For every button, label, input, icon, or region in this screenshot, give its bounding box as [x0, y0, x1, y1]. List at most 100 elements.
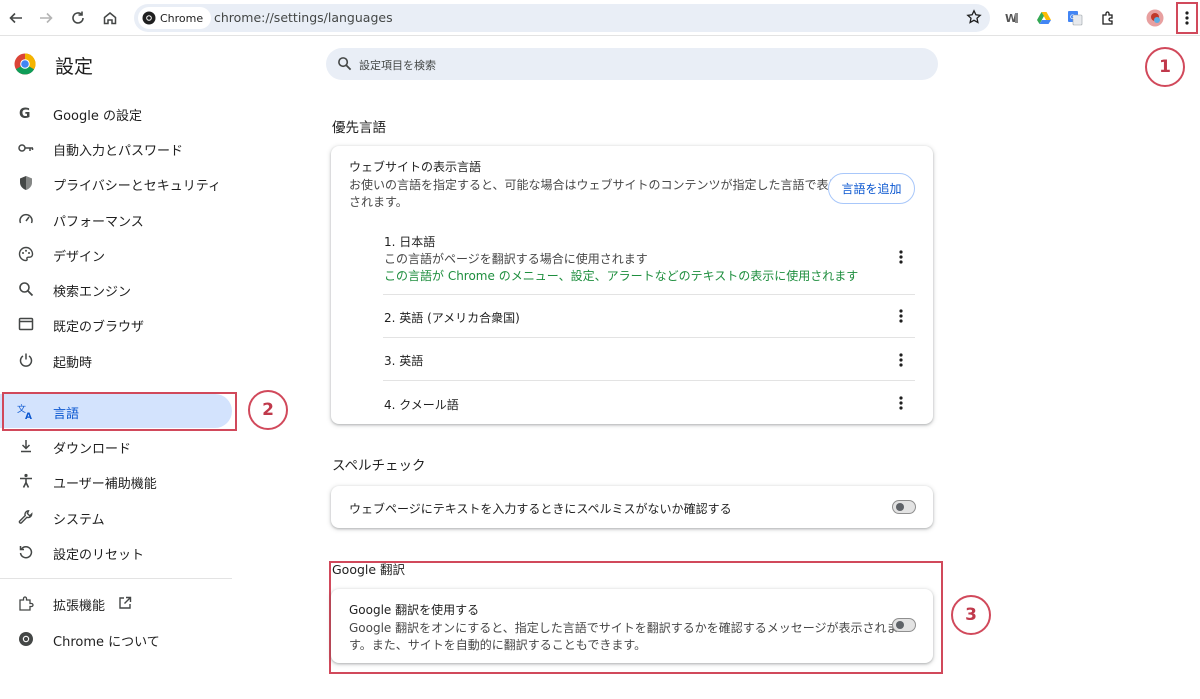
- home-icon: [103, 12, 117, 25]
- back-arrow-icon: [9, 12, 22, 24]
- vertical-dots-icon: [1185, 11, 1189, 25]
- profile-button[interactable]: [1143, 6, 1167, 30]
- vertical-dots-icon: [899, 353, 903, 367]
- search-icon: [17, 280, 35, 298]
- bookmark-star-icon[interactable]: [966, 9, 982, 25]
- settings-search-field[interactable]: 設定項目を検索: [326, 48, 938, 80]
- sidebar-item-label: デザイン: [53, 250, 106, 265]
- language-name: 1. 日本語: [384, 235, 436, 249]
- chrome-logo-icon: [142, 11, 156, 25]
- vertical-dots-icon: [899, 396, 903, 410]
- row-divider: [383, 380, 915, 381]
- add-language-button[interactable]: 言語を追加: [828, 173, 915, 204]
- language-more-button[interactable]: [893, 248, 909, 266]
- sidebar-divider: [0, 578, 232, 579]
- back-button[interactable]: [4, 6, 28, 30]
- sidebar-item-autofill[interactable]: 自動入力とパスワード: [0, 131, 232, 165]
- key-icon: [17, 139, 35, 157]
- google-g-icon: G: [17, 104, 35, 122]
- site-chip-label: Chrome: [160, 11, 204, 25]
- sidebar-item-default-browser[interactable]: 既定のブラウザ: [0, 307, 232, 341]
- svg-text:G: G: [1070, 14, 1075, 21]
- sidebar-item-search-engine[interactable]: 検索エンジン: [0, 272, 232, 306]
- avatar-icon: [1146, 9, 1164, 27]
- language-name: 2. 英語 (アメリカ合衆国): [384, 311, 520, 325]
- google-translate-icon: G: [1068, 11, 1083, 26]
- sidebar-item-label: 既定のブラウザ: [53, 320, 145, 335]
- extension-w-button[interactable]: W: [1000, 6, 1024, 30]
- sidebar-item-label: 自動入力とパスワード: [53, 144, 184, 159]
- puzzle-piece-icon: [17, 594, 35, 612]
- power-icon: [17, 351, 35, 369]
- settings-page-title: 設定: [55, 56, 94, 78]
- reload-button[interactable]: [66, 6, 90, 30]
- search-icon: [338, 57, 352, 71]
- forward-button[interactable]: [34, 6, 58, 30]
- puzzle-piece-icon: [1102, 11, 1113, 25]
- accessibility-icon: [17, 472, 35, 490]
- extensions-menu-button[interactable]: [1096, 6, 1120, 30]
- chrome-menu-button[interactable]: [1176, 2, 1198, 34]
- forward-arrow-icon: [40, 12, 53, 24]
- language-note: この言語がページを翻訳する場合に使用されます: [384, 252, 648, 266]
- card-description-cont: されます。: [349, 195, 408, 209]
- sidebar-item-privacy[interactable]: プライバシーとセキュリティ: [0, 166, 232, 200]
- sidebar-item-downloads[interactable]: ダウンロード: [0, 429, 232, 463]
- extension-translate-button[interactable]: G: [1063, 6, 1087, 30]
- google-translate-toggle[interactable]: [892, 618, 916, 632]
- google-drive-icon: [1037, 12, 1051, 24]
- preferred-languages-card: ウェブサイトの表示言語 お使いの言語を指定すると、可能な場合はウェブサイトのコン…: [331, 146, 933, 424]
- reload-icon: [72, 11, 84, 24]
- sidebar-item-system[interactable]: システム: [0, 500, 232, 534]
- google-translate-description: Google 翻訳をオンにすると、指定した言語でサイトを翻訳するかを確認するメッ…: [349, 621, 899, 635]
- sidebar-item-about-chrome[interactable]: Chrome について: [0, 622, 232, 656]
- card-description: お使いの言語を指定すると、可能な場合はウェブサイトのコンテンツが指定した言語で表…: [349, 178, 841, 192]
- language-more-button[interactable]: [893, 351, 909, 369]
- spellcheck-toggle[interactable]: [892, 500, 916, 514]
- language-more-button[interactable]: [893, 307, 909, 325]
- language-name: 3. 英語: [384, 354, 424, 368]
- row-divider: [383, 294, 915, 295]
- sidebar-item-label: 拡張機能: [53, 599, 106, 614]
- sidebar-item-google[interactable]: G Google の設定: [0, 96, 232, 130]
- site-chip[interactable]: Chrome: [138, 7, 212, 29]
- url-text: chrome://settings/languages: [214, 10, 393, 25]
- language-ui-note: この言語が Chrome のメニュー、設定、アラートなどのテキストの表示に使用さ…: [384, 269, 859, 283]
- annotation-marker-3: 3: [951, 595, 991, 635]
- annotation-marker-2: 2: [248, 390, 288, 430]
- wrench-icon: [17, 508, 35, 526]
- sidebar-item-on-startup[interactable]: 起動時: [0, 343, 232, 377]
- browser-toolbar: Chrome chrome://settings/languages W G: [0, 0, 1200, 36]
- sidebar-item-appearance[interactable]: デザイン: [0, 237, 232, 271]
- sidebar-item-performance[interactable]: パフォーマンス: [0, 202, 232, 236]
- sidebar-item-extensions[interactable]: 拡張機能: [0, 586, 232, 620]
- google-translate-description-cont: す。また、サイトを自動的に翻訳することもできます。: [349, 638, 647, 652]
- home-button[interactable]: [98, 6, 122, 30]
- section-title-spellcheck: スペルチェック: [332, 458, 426, 474]
- google-translate-title: Google 翻訳を使用する: [349, 603, 480, 617]
- language-more-button[interactable]: [893, 394, 909, 412]
- sidebar-item-accessibility[interactable]: ユーザー補助機能: [0, 464, 232, 498]
- reset-icon: [17, 543, 35, 561]
- sidebar-item-label: 設定のリセット: [53, 548, 145, 563]
- sidebar-item-label: ユーザー補助機能: [53, 477, 157, 492]
- palette-icon: [17, 245, 35, 263]
- shield-icon: [17, 174, 35, 192]
- google-translate-card: Google 翻訳を使用する Google 翻訳をオンにすると、指定した言語でサ…: [331, 589, 933, 663]
- section-title-google-translate: Google 翻訳: [332, 562, 406, 577]
- language-name: 4. クメール語: [384, 398, 459, 412]
- download-icon: [17, 437, 35, 455]
- spellcheck-card: ウェブページにテキストを入力するときにスペルミスがないか確認する: [331, 486, 933, 528]
- annotation-marker-1: 1: [1145, 47, 1185, 87]
- browser-window-icon: [17, 315, 35, 333]
- w-extension-icon: W: [1005, 12, 1018, 25]
- row-divider: [383, 337, 915, 338]
- address-bar[interactable]: Chrome chrome://settings/languages: [134, 4, 990, 32]
- sidebar-item-label: Chrome について: [53, 635, 160, 650]
- sidebar-item-reset[interactable]: 設定のリセット: [0, 535, 232, 569]
- svg-text:G: G: [19, 106, 31, 121]
- search-placeholder: 設定項目を検索: [359, 59, 436, 72]
- annotation-highlight-languages: [2, 392, 237, 431]
- extension-drive-button[interactable]: [1032, 6, 1056, 30]
- vertical-dots-icon: [899, 309, 903, 323]
